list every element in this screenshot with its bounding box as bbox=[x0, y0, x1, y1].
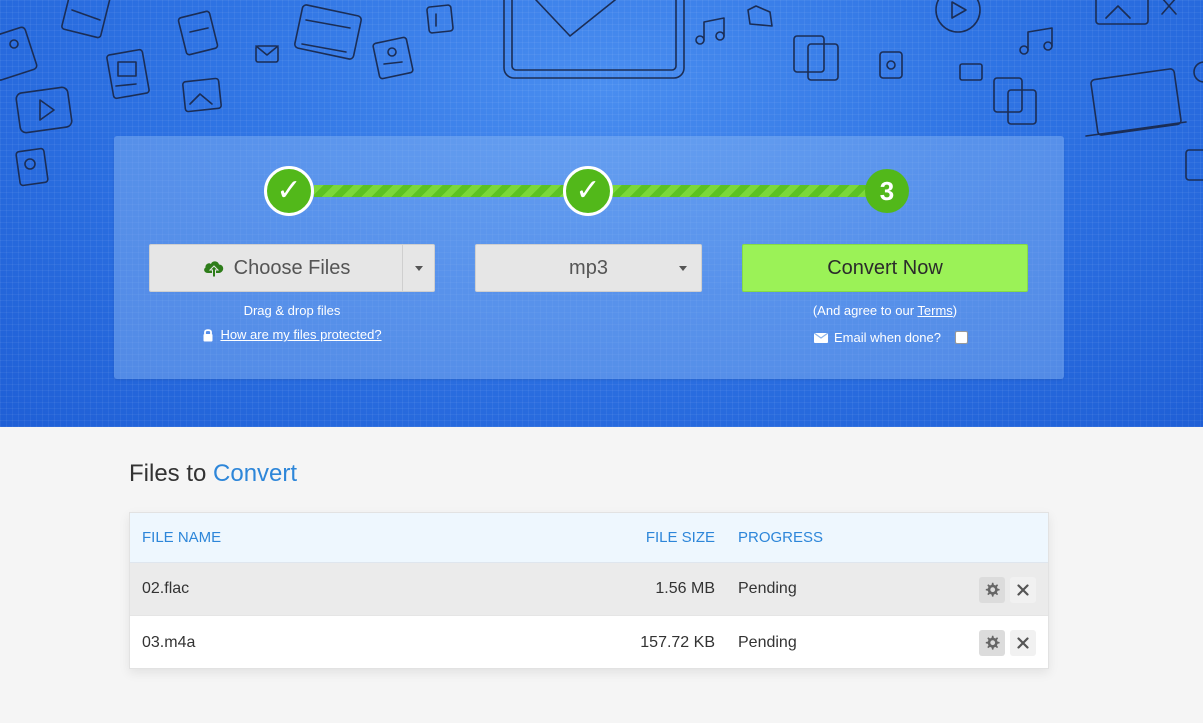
disc-icon bbox=[1193, 61, 1203, 83]
files-table-header: FILE NAME FILE SIZE PROGRESS bbox=[130, 513, 1048, 563]
lock-icon bbox=[203, 328, 213, 341]
close-icon bbox=[1017, 637, 1029, 649]
terms-agreement: (And agree to our Terms) bbox=[742, 303, 1028, 318]
table-row: 02.flac 1.56 MB Pending bbox=[130, 563, 1048, 616]
folder-small-icon bbox=[959, 63, 983, 81]
file-settings-button[interactable] bbox=[979, 577, 1005, 603]
photo-file-icon bbox=[182, 77, 222, 113]
tablet-illustration-icon bbox=[503, 0, 685, 79]
choose-files-main[interactable]: Choose Files bbox=[150, 245, 402, 291]
file-name: 02.flac bbox=[142, 580, 190, 597]
file-progress: Pending bbox=[738, 633, 797, 651]
image-file-icon bbox=[15, 147, 49, 187]
column-header-progress: PROGRESS bbox=[738, 529, 824, 546]
music-note-icon bbox=[695, 17, 725, 45]
email-when-done-label: Email when done? bbox=[834, 330, 941, 345]
play-circle-icon bbox=[935, 0, 981, 33]
chevron-down-icon bbox=[414, 265, 423, 271]
mobile-device-icon bbox=[1185, 149, 1203, 181]
file-settings-button[interactable] bbox=[979, 630, 1005, 656]
choose-files-dropdown-toggle[interactable] bbox=[402, 245, 434, 291]
email-when-done-checkbox[interactable] bbox=[954, 331, 968, 344]
mp3-file-icon bbox=[177, 10, 219, 56]
table-row: 03.m4a 157.72 KB Pending bbox=[130, 616, 1048, 669]
terms-link[interactable]: Terms bbox=[917, 303, 952, 318]
files-section-title: Files to Convert bbox=[129, 460, 297, 488]
file-name: 03.m4a bbox=[142, 633, 196, 651]
folder-icon bbox=[747, 5, 773, 27]
close-doodle-icon bbox=[1161, 0, 1177, 15]
laptop-icon bbox=[1085, 68, 1187, 137]
file-size: 157.72 KB bbox=[640, 633, 715, 651]
email-when-done-row: Email when done? bbox=[814, 330, 968, 345]
files-protected-row: How are my files protected? bbox=[149, 327, 435, 342]
files-protected-link[interactable]: How are my files protected? bbox=[220, 327, 381, 342]
column-header-file-size: FILE SIZE bbox=[645, 529, 715, 546]
envelope-icon bbox=[255, 45, 279, 63]
film-strip-icon bbox=[294, 4, 362, 60]
column-header-file-name: FILE NAME bbox=[142, 529, 222, 546]
clipboard-icon bbox=[793, 35, 839, 81]
step-bar-1 bbox=[314, 185, 589, 197]
convert-now-button[interactable]: Convert Now bbox=[742, 244, 1028, 292]
cassette-icon bbox=[0, 26, 38, 81]
video-play-icon bbox=[15, 86, 73, 134]
step-2-complete-icon: ✓ bbox=[563, 166, 613, 216]
music-notes-icon bbox=[1019, 27, 1053, 55]
chevron-down-icon bbox=[679, 266, 687, 271]
files-table: FILE NAME FILE SIZE PROGRESS 02.flac 1.5… bbox=[129, 512, 1049, 669]
copy-files-icon bbox=[993, 77, 1037, 125]
file-progress: Pending bbox=[738, 580, 797, 597]
speaker-file-icon bbox=[879, 51, 903, 79]
music-file-icon bbox=[426, 4, 454, 34]
hero-banner: ✓ ✓ 3 Choose Files Drag & drop files How… bbox=[0, 0, 1203, 427]
step-3-number: 3 bbox=[865, 169, 909, 213]
remove-file-button[interactable] bbox=[1010, 577, 1036, 603]
output-format-select[interactable]: mp3 bbox=[475, 244, 702, 292]
files-title-prefix: Files to bbox=[129, 460, 207, 487]
step-1-complete-icon: ✓ bbox=[264, 166, 314, 216]
gear-icon bbox=[985, 582, 1000, 597]
cloud-upload-icon bbox=[203, 261, 223, 278]
gear-icon bbox=[985, 635, 1000, 650]
envelope-icon bbox=[814, 332, 828, 343]
file-size: 1.56 MB bbox=[655, 580, 715, 597]
terms-prefix: (And agree to our bbox=[812, 303, 918, 318]
mov-file-icon bbox=[106, 48, 150, 100]
picture-frame-icon bbox=[1095, 0, 1149, 25]
close-icon bbox=[1017, 584, 1029, 596]
remove-file-button[interactable] bbox=[1010, 630, 1036, 656]
archive-file-icon bbox=[61, 0, 111, 39]
step-bar-2 bbox=[612, 185, 887, 197]
choose-files-label: Choose Files bbox=[233, 256, 351, 279]
output-format-value: mp3 bbox=[569, 256, 608, 279]
choose-files-button[interactable]: Choose Files bbox=[149, 244, 435, 292]
drag-drop-hint: Drag & drop files bbox=[243, 303, 341, 318]
progress-steps: ✓ ✓ 3 bbox=[114, 136, 1064, 246]
terms-suffix: ) bbox=[952, 303, 958, 318]
converter-panel: ✓ ✓ 3 Choose Files Drag & drop files How… bbox=[114, 136, 1064, 379]
files-title-accent: Convert bbox=[213, 460, 298, 487]
document-file-icon bbox=[372, 36, 414, 80]
